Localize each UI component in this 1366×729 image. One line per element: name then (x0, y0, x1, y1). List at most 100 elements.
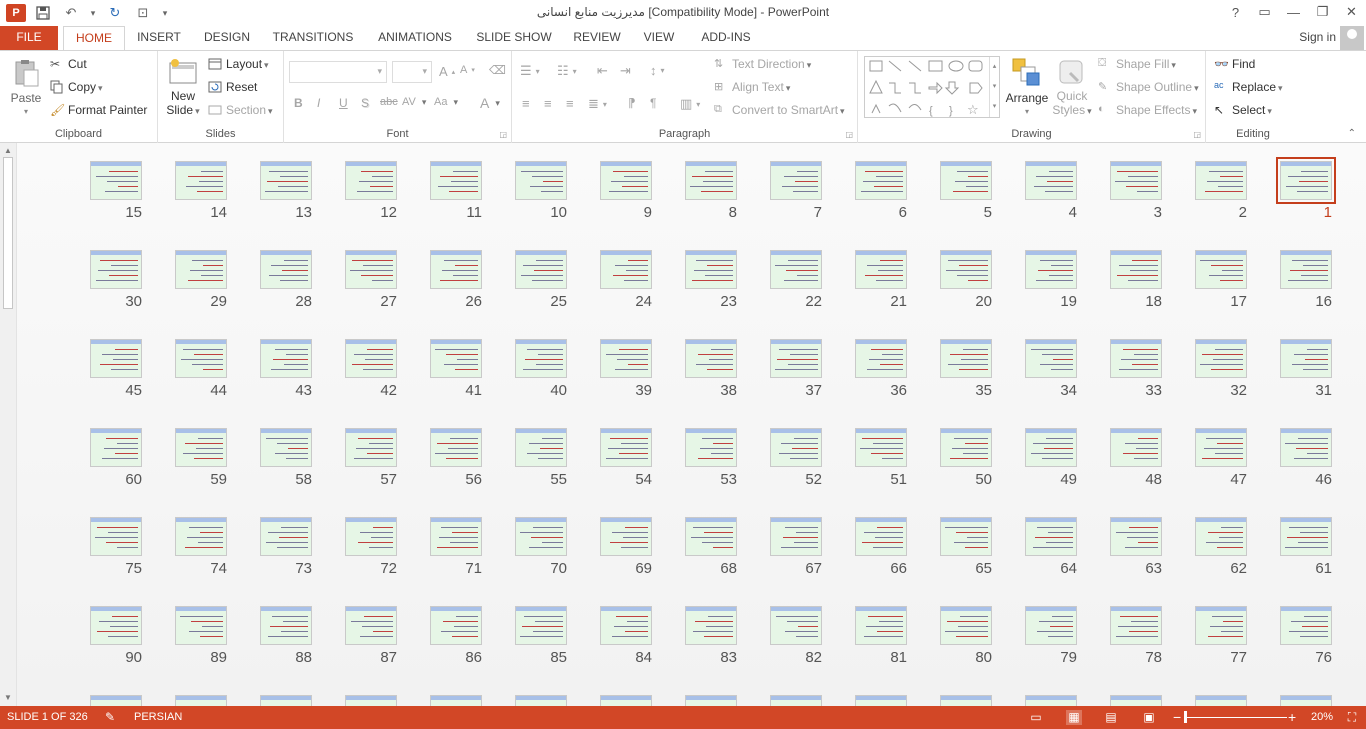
zoom-slider-thumb[interactable] (1184, 711, 1187, 723)
zoom-in-icon[interactable]: + (1288, 709, 1296, 725)
slide-thumbnail[interactable] (770, 428, 822, 467)
slide-thumbnail[interactable] (430, 339, 482, 378)
slide-thumbnail[interactable] (940, 161, 992, 200)
section-button[interactable]: Section (208, 103, 273, 117)
slide-thumbnail[interactable] (345, 161, 397, 200)
slide-thumbnail[interactable] (685, 339, 737, 378)
slide-thumbnail[interactable] (600, 606, 652, 645)
tab-file[interactable]: FILE (0, 26, 58, 50)
slide-thumbnail[interactable] (515, 339, 567, 378)
new-slide-button[interactable]: New Slide (166, 57, 200, 117)
slide-thumbnail[interactable] (1025, 517, 1077, 556)
slide-thumbnail[interactable] (1280, 339, 1332, 378)
text-direction-button[interactable]: ⇅ Text Direction (714, 57, 811, 71)
slide-thumbnail[interactable] (260, 250, 312, 289)
slide-thumbnail[interactable] (515, 517, 567, 556)
slide-thumbnail[interactable] (345, 695, 397, 706)
slide-thumbnail[interactable] (685, 695, 737, 706)
sign-in-link[interactable]: Sign in (1299, 30, 1336, 44)
slide-thumbnail[interactable] (345, 428, 397, 467)
slide-thumbnail[interactable] (430, 428, 482, 467)
scroll-up-icon[interactable]: ▲ (3, 146, 13, 156)
slide-thumbnail[interactable] (770, 695, 822, 706)
copy-button[interactable]: Copy (50, 80, 103, 94)
slide-thumbnail[interactable] (1110, 161, 1162, 200)
slide-thumbnail[interactable] (1195, 428, 1247, 467)
slide-thumbnail[interactable] (90, 606, 142, 645)
slide-thumbnail[interactable] (1025, 428, 1077, 467)
collapse-ribbon-icon[interactable]: ⌃ (1348, 128, 1356, 139)
slide-thumbnail[interactable] (430, 250, 482, 289)
slide-thumbnail[interactable] (940, 250, 992, 289)
slide-thumbnail[interactable] (175, 428, 227, 467)
slide-thumbnail[interactable] (1110, 606, 1162, 645)
slide-thumbnail[interactable] (1195, 339, 1247, 378)
slide-thumbnail[interactable] (855, 428, 907, 467)
slide-thumbnail[interactable] (1195, 606, 1247, 645)
italic-button[interactable]: I (317, 96, 320, 110)
gallery-scroll-icon[interactable]: ▴ ▾ ▾ (989, 57, 999, 117)
language-indicator[interactable]: PERSIAN (134, 711, 182, 723)
shrink-font-icon[interactable]: A ▾ (460, 64, 475, 76)
slide-thumbnail[interactable] (1025, 606, 1077, 645)
grow-font-icon[interactable]: A ▴ (439, 64, 455, 79)
character-spacing-button[interactable]: AV (402, 96, 426, 108)
slide-thumbnail[interactable] (345, 250, 397, 289)
slide-thumbnail[interactable] (1280, 606, 1332, 645)
bold-button[interactable]: B (294, 96, 303, 110)
slide-thumbnail[interactable] (600, 695, 652, 706)
format-painter-button[interactable]: 🖌 Format Painter (50, 103, 147, 117)
tab-animations[interactable]: ANIMATIONS (370, 26, 460, 50)
slide-thumbnail[interactable] (1025, 339, 1077, 378)
paragraph-dialog-launcher-icon[interactable]: ◲ (845, 130, 853, 139)
slide-thumbnail[interactable] (600, 517, 652, 556)
shapes-gallery[interactable]: {} ☆ ▴ ▾ ▾ (864, 56, 1000, 118)
ribbon-display-options-icon[interactable]: ▭ (1250, 0, 1279, 24)
slide-thumbnail[interactable] (1195, 695, 1247, 706)
slide-thumbnail[interactable] (855, 339, 907, 378)
slide-thumbnail[interactable] (175, 517, 227, 556)
slide-thumbnail[interactable] (940, 695, 992, 706)
increase-indent-icon[interactable]: ⇥ (620, 63, 631, 79)
numbering-icon[interactable]: ☷ ▾ (557, 63, 577, 79)
slide-thumbnail[interactable] (685, 517, 737, 556)
slide-thumbnail[interactable] (260, 517, 312, 556)
slide-thumbnail[interactable] (1110, 428, 1162, 467)
slide-thumbnail[interactable] (90, 695, 142, 706)
underline-button[interactable]: U (339, 96, 348, 110)
tab-add-ins[interactable]: ADD-INS (692, 26, 760, 50)
slide-thumbnail[interactable] (1280, 517, 1332, 556)
columns-icon[interactable]: ▥ ▾ (680, 96, 700, 112)
slide-thumbnail[interactable] (940, 428, 992, 467)
slide-thumbnail[interactable] (940, 517, 992, 556)
scrollbar-thumb[interactable] (3, 157, 13, 309)
slide-thumbnail[interactable] (1025, 161, 1077, 200)
restore-icon[interactable]: ❐ (1308, 0, 1337, 24)
tab-home[interactable]: HOME (63, 26, 125, 51)
slide-thumbnail[interactable] (1195, 250, 1247, 289)
reading-view-icon[interactable]: ▤ (1103, 710, 1119, 725)
slide-thumbnail[interactable] (940, 606, 992, 645)
tab-review[interactable]: REVIEW (568, 26, 626, 50)
slide-thumbnail[interactable] (515, 695, 567, 706)
bullets-icon[interactable]: ☰ ▾ (520, 63, 540, 79)
slide-thumbnail[interactable] (1195, 517, 1247, 556)
slide-thumbnail[interactable] (345, 339, 397, 378)
justify-icon[interactable]: ≣ ▾ (588, 96, 607, 112)
zoom-level[interactable]: 20% (1311, 711, 1333, 723)
decrease-indent-icon[interactable]: ⇤ (597, 63, 608, 79)
zoom-slider[interactable] (1187, 717, 1287, 718)
fit-to-window-icon[interactable]: ⛶ (1344, 710, 1360, 725)
slide-thumbnail[interactable] (600, 339, 652, 378)
scroll-down-icon[interactable]: ▼ (3, 693, 13, 703)
font-name-box[interactable]: ▾ (289, 61, 387, 83)
slide-thumbnail[interactable] (855, 517, 907, 556)
slide-thumbnail[interactable] (515, 161, 567, 200)
slide-sorter-view-icon[interactable]: ▦ (1066, 710, 1082, 725)
align-right-icon[interactable]: ≡ (566, 96, 574, 111)
slide-thumbnail[interactable] (855, 695, 907, 706)
tab-insert[interactable]: INSERT (132, 26, 186, 50)
slide-thumbnail[interactable] (90, 428, 142, 467)
paste-button[interactable]: Paste ▾ (8, 57, 44, 116)
font-color-button[interactable]: A (480, 95, 500, 111)
